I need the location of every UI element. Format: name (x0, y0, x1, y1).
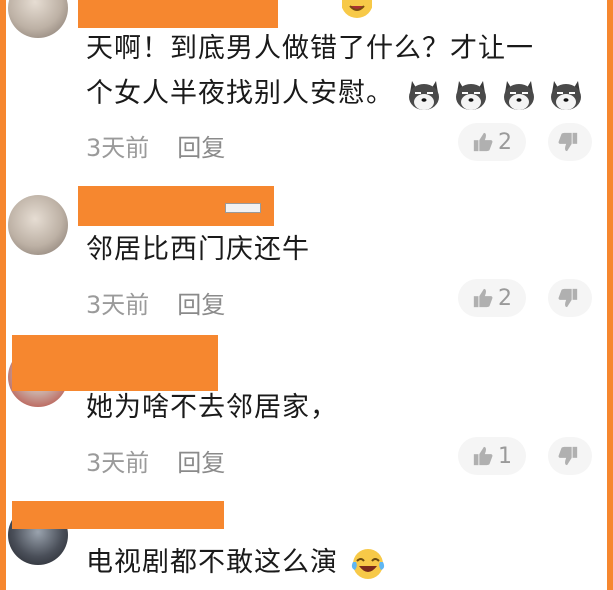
redacted-username (12, 335, 218, 391)
dislike-button[interactable] (548, 123, 592, 161)
comment-meta: 3天前 回复 (86, 128, 225, 163)
like-button[interactable]: 2 (458, 123, 526, 161)
comment-item: 天啊！到底男人做错了什么？才让一 个女人半夜找别人安慰。 3天前 回复 2 (0, 0, 613, 170)
doge-emoji-icon (551, 80, 582, 110)
comment-item: 邻居比西门庆还牛 3天前 回复 2 (0, 175, 613, 330)
comment-meta: 3天前 回复 (86, 285, 225, 320)
comment-text: 邻居比西门庆还牛 (86, 234, 310, 265)
comment-item: 她为啥不去邻居家， 3天前 回复 1 (0, 335, 613, 490)
avatar[interactable] (8, 0, 68, 38)
timestamp: 3天前 (86, 449, 150, 477)
like-count: 2 (498, 285, 512, 311)
doge-emoji-icon (456, 80, 487, 110)
comment-item: 电视剧都不敢这么演 (0, 495, 613, 590)
wink-emoji-icon (342, 0, 372, 18)
doge-emoji-icon (503, 80, 534, 110)
reply-button[interactable]: 回复 (177, 449, 225, 477)
thumbs-down-icon (558, 288, 578, 308)
comment-text: 电视剧都不敢这么演 (86, 540, 386, 585)
reply-button[interactable]: 回复 (177, 134, 225, 162)
thumbs-up-icon (473, 288, 493, 308)
timestamp: 3天前 (86, 291, 150, 319)
thumbs-up-icon (473, 132, 493, 152)
reply-button[interactable]: 回复 (177, 291, 225, 319)
avatar[interactable] (8, 195, 68, 255)
laughing-crying-emoji-icon (351, 548, 384, 579)
like-count: 2 (498, 129, 512, 155)
thumbs-down-icon (558, 132, 578, 152)
like-count: 1 (498, 443, 512, 469)
comment-text: 她为啥不去邻居家， (86, 392, 338, 423)
user-badge-icon (225, 203, 261, 213)
dislike-button[interactable] (548, 279, 592, 317)
like-button[interactable]: 1 (458, 437, 526, 475)
redacted-username (12, 501, 224, 529)
dislike-button[interactable] (548, 437, 592, 475)
comment-meta: 3天前 回复 (86, 443, 225, 478)
thumbs-up-icon (473, 446, 493, 466)
timestamp: 3天前 (86, 134, 150, 162)
thumbs-down-icon (558, 446, 578, 466)
comment-text: 天啊！到底男人做错了什么？才让一 个女人半夜找别人安慰。 (86, 26, 584, 116)
doge-emoji-icon (408, 80, 439, 110)
redacted-username (78, 0, 278, 28)
like-button[interactable]: 2 (458, 279, 526, 317)
